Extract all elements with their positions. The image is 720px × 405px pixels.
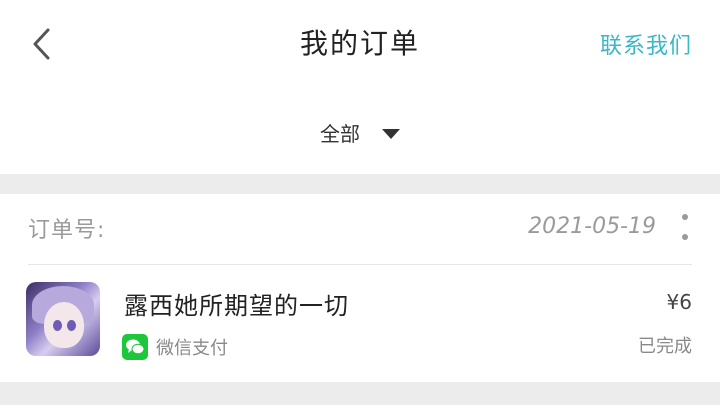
payment-method-label: 微信支付 — [156, 338, 228, 359]
caret-down-icon — [382, 128, 400, 139]
more-dot-icon — [682, 234, 688, 240]
wechat-pay-icon — [122, 334, 148, 360]
product-thumbnail[interactable] — [26, 282, 100, 356]
order-price: ¥6 — [666, 290, 692, 314]
more-options-button[interactable] — [680, 214, 690, 240]
order-date: 2021-05-19 — [528, 214, 656, 239]
order-number-label: 订单号: — [28, 218, 106, 243]
filter-label: 全部 — [320, 122, 360, 146]
order-card[interactable]: 订单号: 2021-05-19 露西她所期望的一切 微信支付 ¥6 已完成 — [0, 194, 720, 382]
filter-dropdown[interactable]: 全部 — [0, 118, 720, 147]
product-name[interactable]: 露西她所期望的一切 — [124, 286, 349, 321]
more-dot-icon — [682, 214, 688, 220]
payment-method: 微信支付 — [122, 334, 228, 360]
app-header: 我的订单 联系我们 全部 — [0, 0, 720, 174]
contact-us-link[interactable]: 联系我们 — [600, 28, 692, 60]
divider — [28, 264, 692, 265]
order-status: 已完成 — [638, 336, 692, 357]
